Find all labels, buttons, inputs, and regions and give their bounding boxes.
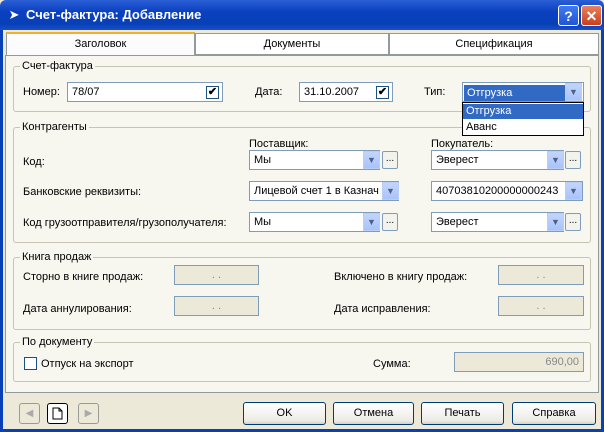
tab-specification[interactable]: Спецификация [389,33,599,55]
supplier-code-dropdown-icon[interactable]: ▼ [363,151,380,169]
help-button[interactable]: Справка [512,402,596,425]
next-record-button[interactable]: ▶ [78,403,99,424]
page-icon [52,407,63,420]
sum-label: Сумма: [373,358,411,370]
counterparties-legend: Контрагенты [20,121,89,134]
supplier-bank-select[interactable]: Лицевой счет 1 в Казнач [249,181,399,201]
bank-label: Банковские реквизиты: [23,186,142,198]
help-icon[interactable]: ? [558,5,579,26]
type-dropdown-list: Отгрузка Аванс [462,102,584,136]
included-input: . . [498,265,584,285]
date-label: Дата: [255,86,283,98]
buyer-header: Покупатель: [431,138,494,150]
window-title: Счет-фактура: Добавление [26,7,202,22]
prev-record-button[interactable]: ◀ [19,403,40,424]
supplier-bank-dropdown-icon[interactable]: ▼ [382,182,399,200]
buyer-code-select[interactable]: Эверест [431,150,564,170]
shipper-label: Код грузоотправителя/грузополучателя: [23,217,227,229]
type-dropdown-icon[interactable]: ▼ [565,83,582,101]
storno-label: Сторно в книге продаж: [23,271,144,283]
supplier-code-select[interactable]: Мы [249,150,380,170]
new-page-button[interactable] [47,403,68,424]
number-label: Номер: [23,86,60,98]
tab-header[interactable]: Заголовок [6,32,195,56]
type-label: Тип: [424,86,446,98]
supplier-shipper-select[interactable]: Мы [249,212,380,232]
number-check-icon[interactable]: ✔ [206,86,219,99]
cancel-button[interactable]: Отмена [333,402,414,425]
sales-book-legend: Книга продаж [20,251,94,264]
buyer-shipper-select[interactable]: Эверест [431,212,564,232]
included-label: Включено в книгу продаж: [334,271,468,283]
date-check-icon[interactable]: ✔ [376,86,389,99]
type-selected-value: Отгрузка [464,85,565,101]
annul-input: . . [174,296,259,316]
app-arrow-icon: ➤ [8,7,20,22]
buyer-code-dropdown-icon[interactable]: ▼ [547,151,564,169]
sum-input: 690,00 [454,352,584,372]
close-icon[interactable]: ✕ [581,5,602,26]
supplier-code-ellipsis-button[interactable]: ... [382,151,398,169]
code-label: Код: [23,156,45,168]
export-label[interactable]: Отпуск на экспорт [41,357,134,371]
buyer-shipper-ellipsis-button[interactable]: ... [565,213,581,231]
supplier-shipper-dropdown-icon[interactable]: ▼ [363,213,380,231]
storno-input: . . [174,265,259,285]
buyer-bank-dropdown-icon[interactable]: ▼ [565,182,582,200]
correction-label: Дата исправления: [334,303,431,315]
annul-label: Дата аннулирования: [23,303,132,315]
invoice-legend: Счет-фактура [20,60,95,73]
ok-button[interactable]: OK [243,402,326,425]
correction-input: . . [498,296,584,316]
buyer-shipper-dropdown-icon[interactable]: ▼ [547,213,564,231]
supplier-shipper-ellipsis-button[interactable]: ... [382,213,398,231]
supplier-header: Поставщик: [249,138,309,150]
by-document-legend: По документу [20,336,95,349]
type-option-advance[interactable]: Аванс [463,120,583,135]
print-button[interactable]: Печать [421,402,504,425]
export-checkbox[interactable] [24,357,37,370]
type-option-shipment[interactable]: Отгрузка [463,104,583,119]
buyer-bank-select[interactable]: 40703810200000000243 [431,181,583,201]
number-input[interactable]: 78/07 [67,82,223,102]
tab-documents[interactable]: Документы [195,33,389,55]
buyer-code-ellipsis-button[interactable]: ... [565,151,581,169]
